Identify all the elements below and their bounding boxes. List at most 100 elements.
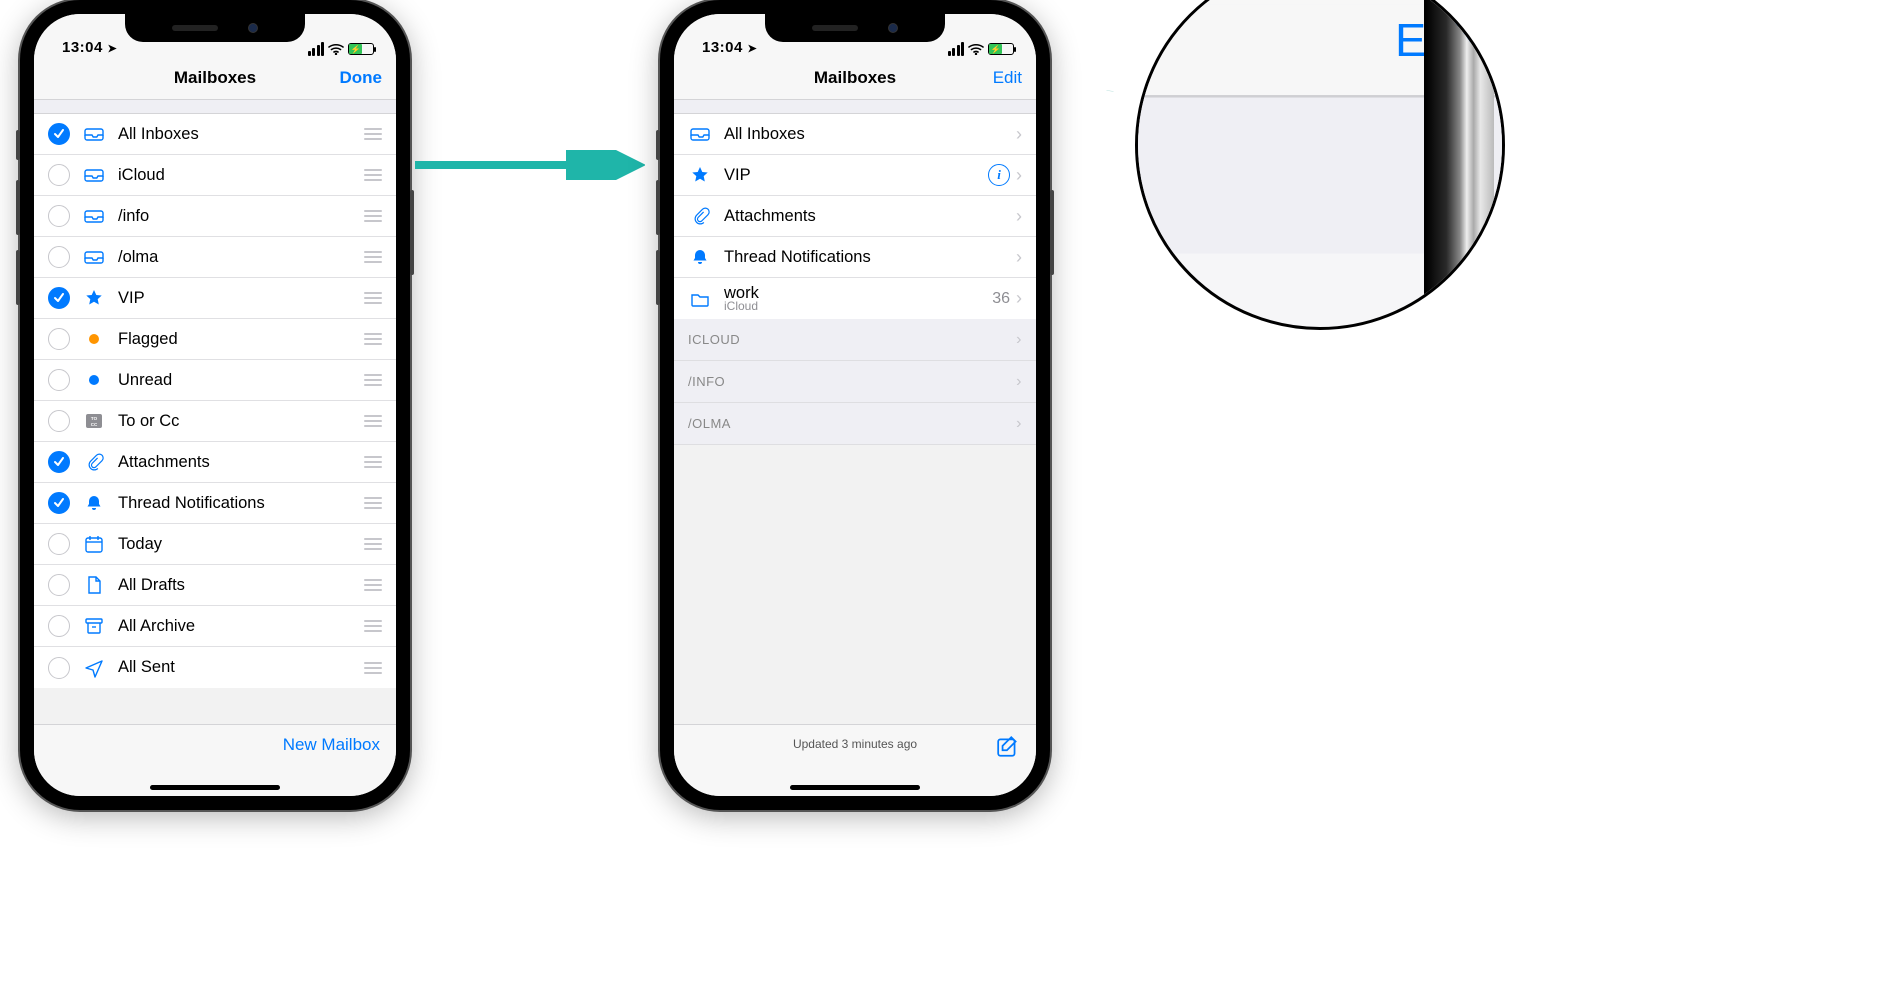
mailbox-edit-row[interactable]: Attachments xyxy=(34,442,396,483)
reorder-handle[interactable] xyxy=(360,456,382,468)
checkbox[interactable] xyxy=(48,574,70,596)
section-label: ICLOUD xyxy=(688,332,740,347)
row-label: VIP xyxy=(724,166,988,185)
mailbox-edit-row[interactable]: Flagged xyxy=(34,319,396,360)
mailbox-edit-row[interactable]: All Archive xyxy=(34,606,396,647)
mailbox-edit-row[interactable]: All Inboxes xyxy=(34,114,396,155)
reorder-handle[interactable] xyxy=(360,662,382,674)
bell-icon xyxy=(688,247,712,267)
checkbox[interactable] xyxy=(48,287,70,309)
account-section[interactable]: ICLOUD › xyxy=(674,319,1036,361)
row-label: Thread Notifications xyxy=(724,248,1010,267)
calendar-icon xyxy=(82,534,106,554)
mailbox-edit-row[interactable]: /olma xyxy=(34,237,396,278)
checkbox[interactable] xyxy=(48,328,70,350)
reorder-handle[interactable] xyxy=(360,415,382,427)
checkbox[interactable] xyxy=(48,246,70,268)
notch xyxy=(125,14,305,42)
reorder-handle[interactable] xyxy=(360,292,382,304)
cellular-icon xyxy=(308,42,325,56)
phone-bezel xyxy=(1424,0,1494,327)
phone-view-mode: 13:04 ➤ ⚡ Mailboxes Edit All Inboxes›VIP… xyxy=(660,0,1050,810)
mailbox-edit-row[interactable]: VIP xyxy=(34,278,396,319)
wifi-icon xyxy=(968,43,984,55)
mailbox-edit-row[interactable]: To or Cc xyxy=(34,401,396,442)
reorder-handle[interactable] xyxy=(360,333,382,345)
checkbox[interactable] xyxy=(48,657,70,679)
edit-button[interactable]: Edit xyxy=(993,68,1022,88)
mailbox-row[interactable]: VIPi› xyxy=(674,155,1036,196)
chevron-icon: › xyxy=(1016,331,1022,349)
mailbox-edit-row[interactable]: Thread Notifications xyxy=(34,483,396,524)
inbox-icon xyxy=(82,124,106,144)
mailbox-edit-row[interactable]: All Drafts xyxy=(34,565,396,606)
zoom-callout: ⚡ Edit xyxy=(1135,0,1505,330)
mailbox-row[interactable]: All Inboxes › xyxy=(674,114,1036,155)
notch xyxy=(765,14,945,42)
checkbox[interactable] xyxy=(48,492,70,514)
reorder-handle[interactable] xyxy=(360,497,382,509)
row-label: /olma xyxy=(118,248,360,267)
mailbox-row[interactable]: Attachments› xyxy=(674,196,1036,237)
tocc-icon xyxy=(82,411,106,431)
row-label: /info xyxy=(118,207,360,226)
account-section[interactable]: /OLMA› xyxy=(674,403,1036,445)
checkbox[interactable] xyxy=(48,533,70,555)
doc-icon xyxy=(82,575,106,595)
mailbox-edit-row[interactable]: /info xyxy=(34,196,396,237)
transition-arrow xyxy=(415,150,645,180)
row-sublabel: iCloud xyxy=(724,300,992,313)
checkbox[interactable] xyxy=(48,369,70,391)
account-section[interactable]: /INFO› xyxy=(674,361,1036,403)
mailbox-edit-row[interactable]: Unread xyxy=(34,360,396,401)
mailbox-row[interactable]: workiCloud36› xyxy=(674,278,1036,319)
inbox-icon xyxy=(82,165,106,185)
reorder-handle[interactable] xyxy=(360,374,382,386)
reorder-handle[interactable] xyxy=(360,128,382,140)
reorder-handle[interactable] xyxy=(360,169,382,181)
reorder-handle[interactable] xyxy=(360,251,382,263)
mailbox-list: All Inboxes›VIPi›Attachments›Thread Noti… xyxy=(674,114,1036,319)
inbox-icon xyxy=(82,247,106,267)
checkbox[interactable] xyxy=(48,123,70,145)
row-label: Attachments xyxy=(724,207,1010,226)
checkbox[interactable] xyxy=(48,410,70,432)
dot-orange-icon xyxy=(82,334,106,344)
checkbox[interactable] xyxy=(48,615,70,637)
nav-title: Mailboxes xyxy=(814,68,896,88)
star-icon xyxy=(688,165,712,185)
chevron-icon: › xyxy=(1016,124,1022,145)
row-label: Today xyxy=(118,535,360,554)
row-label: All Inboxes xyxy=(724,125,1010,144)
unread-count: 36 xyxy=(992,290,1010,308)
row-label: To or Cc xyxy=(118,412,360,431)
row-label: All Sent xyxy=(118,658,360,677)
checkbox[interactable] xyxy=(48,451,70,473)
reorder-handle[interactable] xyxy=(360,210,382,222)
reorder-handle[interactable] xyxy=(360,579,382,591)
compose-button[interactable] xyxy=(996,735,1020,764)
row-label: iCloud xyxy=(118,166,360,185)
reorder-handle[interactable] xyxy=(360,620,382,632)
phone-edit-mode: 13:04 ➤ ⚡ Mailboxes Done All InboxesiClo… xyxy=(20,0,410,810)
wifi-icon xyxy=(328,43,344,55)
mailbox-edit-row[interactable]: iCloud xyxy=(34,155,396,196)
reorder-handle[interactable] xyxy=(360,538,382,550)
checkbox[interactable] xyxy=(48,205,70,227)
section-label: /OLMA xyxy=(688,416,731,431)
home-indicator xyxy=(150,785,280,790)
battery-icon: ⚡ xyxy=(988,43,1014,55)
row-label: Unread xyxy=(118,371,360,390)
account-sections: ICLOUD › /INFO›/OLMA› xyxy=(674,319,1036,445)
done-button[interactable]: Done xyxy=(340,68,383,88)
info-button[interactable]: i xyxy=(988,164,1010,186)
nav-bar: Mailboxes Edit xyxy=(674,56,1036,100)
send-icon xyxy=(82,658,106,678)
new-mailbox-button[interactable]: New Mailbox xyxy=(283,735,380,755)
checkbox[interactable] xyxy=(48,164,70,186)
row-label: Flagged xyxy=(118,330,360,349)
mailbox-edit-list: All Inboxes iCloud/info/olma VIP Flagged Unr… xyxy=(34,114,396,688)
mailbox-edit-row[interactable]: Today xyxy=(34,524,396,565)
mailbox-row[interactable]: Thread Notifications› xyxy=(674,237,1036,278)
mailbox-edit-row[interactable]: All Sent xyxy=(34,647,396,688)
